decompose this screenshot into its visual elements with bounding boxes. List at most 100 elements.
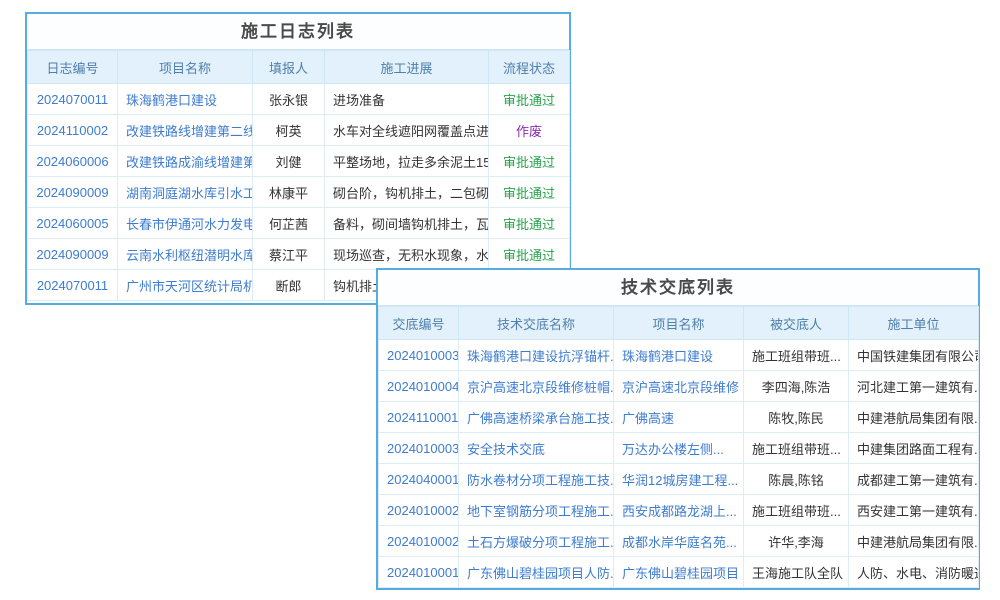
- log-reporter-cell: 柯英: [253, 115, 325, 146]
- disclosure-table-row: 2024010001广东佛山碧桂园项目人防...广东佛山碧桂园项目王海施工队全队…: [379, 557, 979, 588]
- disclosure-id-link[interactable]: 2024010001: [379, 557, 459, 588]
- construction-log-table: 日志编号 项目名称 填报人 施工进展 流程状态 2024070011珠海鹤港口建…: [27, 50, 570, 301]
- disclosure-col-name: 技术交底名称: [459, 307, 614, 340]
- technical-disclosure-title: 技术交底列表: [378, 270, 978, 306]
- construction-log-header-row: 日志编号 项目名称 填报人 施工进展 流程状态: [28, 51, 570, 84]
- log-id-link[interactable]: 2024090009: [28, 239, 118, 270]
- disclosure-table-row: 2024010002地下室钢筋分项工程施工...西安成都路龙湖上...施工班组带…: [379, 495, 979, 526]
- disclosure-project-link[interactable]: 成都水岸华庭名苑...: [614, 526, 744, 557]
- disclosure-name-link[interactable]: 广佛高速桥梁承台施工技...: [459, 402, 614, 433]
- log-table-row: 2024060006改建铁路成渝线增建第二...刘健平整场地，拉走多余泥土15.…: [28, 146, 570, 177]
- log-progress-cell: 备料，砌间墙钩机排土，瓦...: [325, 208, 489, 239]
- disclosure-unit-cell: 中建港航局集团有限...: [849, 402, 979, 433]
- log-status-badge: 审批通过: [489, 177, 570, 208]
- log-col-status: 流程状态: [489, 51, 570, 84]
- disclosure-col-unit: 施工单位: [849, 307, 979, 340]
- disclosure-person-cell: 陈牧,陈民: [744, 402, 849, 433]
- disclosure-person-cell: 王海施工队全队: [744, 557, 849, 588]
- log-status-badge: 审批通过: [489, 208, 570, 239]
- disclosure-name-link[interactable]: 土石方爆破分项工程施工...: [459, 526, 614, 557]
- log-progress-cell: 砌台阶，钩机排土，二包砌...: [325, 177, 489, 208]
- disclosure-table-row: 2024010003珠海鹤港口建设抗浮锚杆...珠海鹤港口建设施工班组带班...…: [379, 340, 979, 371]
- construction-log-title: 施工日志列表: [27, 14, 569, 50]
- log-col-progress: 施工进展: [325, 51, 489, 84]
- log-status-badge: 审批通过: [489, 146, 570, 177]
- disclosure-project-link[interactable]: 西安成都路龙湖上...: [614, 495, 744, 526]
- disclosure-unit-cell: 成都建工第一建筑有...: [849, 464, 979, 495]
- log-progress-cell: 水车对全线遮阳网覆盖点进...: [325, 115, 489, 146]
- log-reporter-cell: 蔡江平: [253, 239, 325, 270]
- disclosure-id-link[interactable]: 2024010002: [379, 495, 459, 526]
- disclosure-id-link[interactable]: 2024010003: [379, 433, 459, 464]
- log-id-link[interactable]: 2024070011: [28, 270, 118, 301]
- disclosure-name-link[interactable]: 珠海鹤港口建设抗浮锚杆...: [459, 340, 614, 371]
- log-id-link[interactable]: 2024060005: [28, 208, 118, 239]
- log-project-link[interactable]: 云南水利枢纽潜明水库一...: [118, 239, 253, 270]
- disclosure-unit-cell: 西安建工第一建筑有...: [849, 495, 979, 526]
- log-table-row: 2024090009云南水利枢纽潜明水库一...蔡江平现场巡查，无积水现象，水.…: [28, 239, 570, 270]
- log-progress-cell: 平整场地，拉走多余泥土15...: [325, 146, 489, 177]
- log-id-link[interactable]: 2024060006: [28, 146, 118, 177]
- disclosure-project-link[interactable]: 京沪高速北京段维修: [614, 371, 744, 402]
- log-project-link[interactable]: 珠海鹤港口建设: [118, 84, 253, 115]
- disclosure-unit-cell: 河北建工第一建筑有...: [849, 371, 979, 402]
- log-col-reporter: 填报人: [253, 51, 325, 84]
- disclosure-person-cell: 李四海,陈浩: [744, 371, 849, 402]
- disclosure-project-link[interactable]: 广东佛山碧桂园项目: [614, 557, 744, 588]
- technical-disclosure-table: 交底编号 技术交底名称 项目名称 被交底人 施工单位 2024010003珠海鹤…: [378, 306, 979, 588]
- log-id-link[interactable]: 2024090009: [28, 177, 118, 208]
- disclosure-project-link[interactable]: 珠海鹤港口建设: [614, 340, 744, 371]
- log-table-row: 2024070011珠海鹤港口建设张永银进场准备审批通过: [28, 84, 570, 115]
- disclosure-table-row: 2024010002土石方爆破分项工程施工...成都水岸华庭名苑...许华,李海…: [379, 526, 979, 557]
- disclosure-name-link[interactable]: 地下室钢筋分项工程施工...: [459, 495, 614, 526]
- disclosure-id-link[interactable]: 2024010004: [379, 371, 459, 402]
- log-table-row: 2024110002改建铁路线增建第二线直...柯英水车对全线遮阳网覆盖点进..…: [28, 115, 570, 146]
- log-project-link[interactable]: 湖南洞庭湖水库引水工程...: [118, 177, 253, 208]
- log-project-link[interactable]: 改建铁路线增建第二线直...: [118, 115, 253, 146]
- log-table-row: 2024060005长春市伊通河水力发电厂...何芷茜备料，砌间墙钩机排土，瓦.…: [28, 208, 570, 239]
- log-project-link[interactable]: 改建铁路成渝线增建第二...: [118, 146, 253, 177]
- log-col-project: 项目名称: [118, 51, 253, 84]
- log-table-row: 2024090009湖南洞庭湖水库引水工程...林康平砌台阶，钩机排土，二包砌.…: [28, 177, 570, 208]
- disclosure-unit-cell: 人防、水电、消防暖通...: [849, 557, 979, 588]
- disclosure-table-row: 2024110001广佛高速桥梁承台施工技...广佛高速陈牧,陈民中建港航局集团…: [379, 402, 979, 433]
- log-reporter-cell: 张永银: [253, 84, 325, 115]
- log-progress-cell: 进场准备: [325, 84, 489, 115]
- log-id-link[interactable]: 2024110002: [28, 115, 118, 146]
- disclosure-col-id: 交底编号: [379, 307, 459, 340]
- log-progress-cell: 现场巡查，无积水现象，水...: [325, 239, 489, 270]
- screen: { "colors": { "panel_border": "#56acdf",…: [0, 0, 1000, 600]
- log-status-badge: 审批通过: [489, 239, 570, 270]
- disclosure-id-link[interactable]: 2024010003: [379, 340, 459, 371]
- disclosure-col-person: 被交底人: [744, 307, 849, 340]
- disclosure-person-cell: 许华,李海: [744, 526, 849, 557]
- disclosure-person-cell: 施工班组带班...: [744, 495, 849, 526]
- log-reporter-cell: 刘健: [253, 146, 325, 177]
- disclosure-id-link[interactable]: 2024010002: [379, 526, 459, 557]
- disclosure-name-link[interactable]: 安全技术交底: [459, 433, 614, 464]
- construction-log-panel: 施工日志列表 日志编号 项目名称 填报人 施工进展 流程状态 202407001…: [25, 12, 571, 305]
- log-id-link[interactable]: 2024070011: [28, 84, 118, 115]
- disclosure-col-project: 项目名称: [614, 307, 744, 340]
- disclosure-person-cell: 陈晨,陈铭: [744, 464, 849, 495]
- disclosure-table-row: 2024010004京沪高速北京段维修桩帽...京沪高速北京段维修李四海,陈浩河…: [379, 371, 979, 402]
- log-reporter-cell: 断郎: [253, 270, 325, 301]
- disclosure-id-link[interactable]: 2024040001: [379, 464, 459, 495]
- disclosure-name-link[interactable]: 京沪高速北京段维修桩帽...: [459, 371, 614, 402]
- disclosure-project-link[interactable]: 广佛高速: [614, 402, 744, 433]
- log-reporter-cell: 何芷茜: [253, 208, 325, 239]
- disclosure-project-link[interactable]: 万达办公楼左侧...: [614, 433, 744, 464]
- technical-disclosure-header-row: 交底编号 技术交底名称 项目名称 被交底人 施工单位: [379, 307, 979, 340]
- disclosure-project-link[interactable]: 华润12城房建工程...: [614, 464, 744, 495]
- disclosure-name-link[interactable]: 广东佛山碧桂园项目人防...: [459, 557, 614, 588]
- disclosure-id-link[interactable]: 2024110001: [379, 402, 459, 433]
- disclosure-name-link[interactable]: 防水卷材分项工程施工技...: [459, 464, 614, 495]
- log-project-link[interactable]: 长春市伊通河水力发电厂...: [118, 208, 253, 239]
- log-status-badge: 作废: [489, 115, 570, 146]
- disclosure-table-row: 2024040001防水卷材分项工程施工技...华润12城房建工程...陈晨,陈…: [379, 464, 979, 495]
- log-project-link[interactable]: 广州市天河区统计局机房...: [118, 270, 253, 301]
- disclosure-unit-cell: 中建港航局集团有限...: [849, 526, 979, 557]
- log-reporter-cell: 林康平: [253, 177, 325, 208]
- technical-disclosure-panel: 技术交底列表 交底编号 技术交底名称 项目名称 被交底人 施工单位 202401…: [376, 268, 980, 590]
- log-status-badge: 审批通过: [489, 84, 570, 115]
